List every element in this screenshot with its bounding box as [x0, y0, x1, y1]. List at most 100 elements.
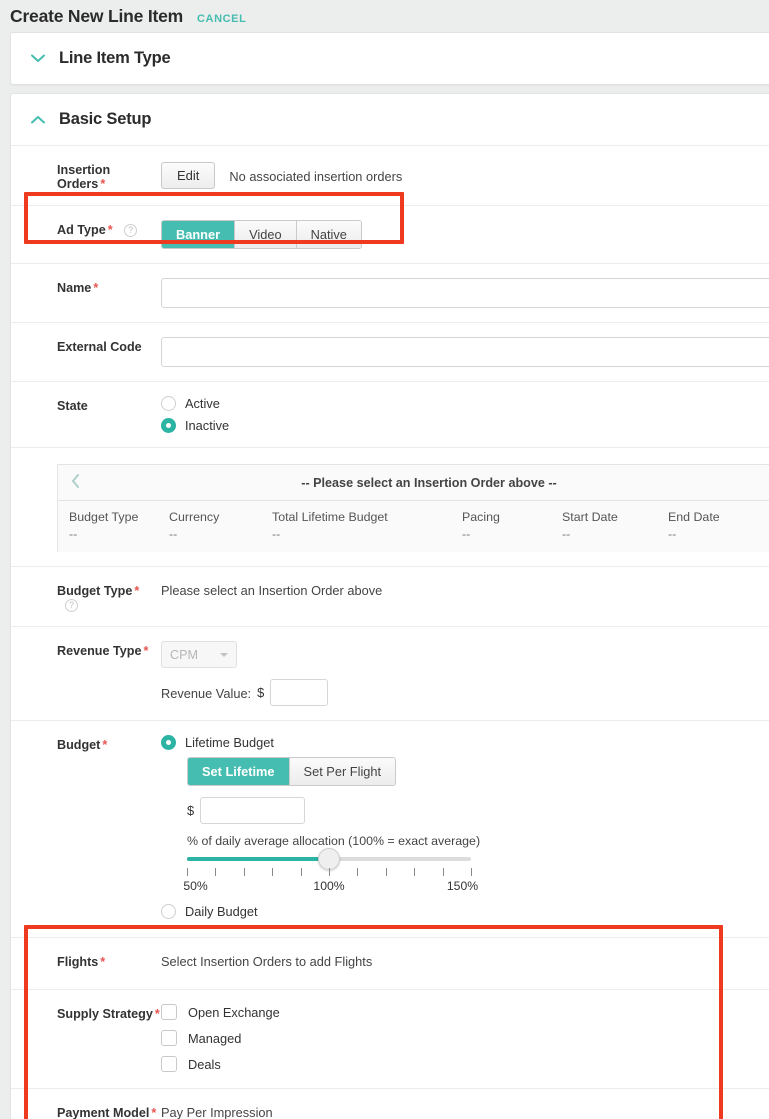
ad-type-label-text: Ad Type	[57, 223, 106, 237]
supply-strategy-label: Supply Strategy*	[11, 1004, 161, 1072]
external-code-input[interactable]	[161, 337, 769, 367]
io-col-end-date: End Date --	[657, 510, 757, 541]
supply-option-deals[interactable]: Deals	[161, 1056, 769, 1072]
column-header: Pacing	[462, 510, 551, 524]
pacing-slider-fill	[187, 857, 329, 861]
column-value: --	[668, 527, 757, 541]
budget-mode-set-per-flight[interactable]: Set Per Flight	[289, 758, 396, 785]
supply-option-managed[interactable]: Managed	[161, 1030, 769, 1046]
payment-model-label-text: Payment Model	[57, 1106, 149, 1119]
required-marker: *	[100, 955, 105, 969]
budget-mode-segmented-control: Set Lifetime Set Per Flight	[187, 757, 396, 786]
pacing-slider-labels: 50% 100% 150%	[187, 879, 471, 895]
ad-type-option-banner[interactable]: Banner	[162, 221, 234, 248]
io-col-currency: Currency --	[158, 510, 261, 541]
revenue-type-selected-value: CPM	[170, 648, 198, 662]
budget-field: Lifetime Budget Set Lifetime Set Per Fli…	[161, 735, 769, 919]
ad-type-option-video[interactable]: Video	[234, 221, 296, 248]
supply-strategy-label-text: Supply Strategy	[57, 1007, 153, 1021]
ad-type-segmented-control: Banner Video Native	[161, 220, 362, 249]
pacing-slider-block: % of daily average allocation (100% = ex…	[187, 834, 487, 895]
page-title: Create New Line Item	[10, 6, 183, 27]
pacing-slider-track[interactable]	[187, 857, 471, 861]
required-marker: *	[93, 281, 98, 295]
revenue-value-input[interactable]	[270, 679, 328, 706]
column-header: Budget Type	[69, 510, 158, 524]
state-option-inactive[interactable]: Inactive	[161, 418, 769, 433]
radio-lifetime-budget[interactable]	[161, 735, 176, 750]
column-value: --	[272, 527, 451, 541]
pacing-slider-thumb[interactable]	[318, 848, 340, 870]
row-insertion-orders: Insertion Orders* Edit No associated ins…	[11, 145, 769, 205]
budget-option-lifetime[interactable]: Lifetime Budget	[161, 735, 769, 750]
required-marker: *	[151, 1106, 156, 1119]
slider-max-label: 150%	[447, 879, 478, 893]
io-table-body: Budget Type -- Currency -- Total Lifetim…	[58, 501, 769, 552]
budget-amount-input[interactable]	[200, 797, 305, 824]
row-flights: Flights* Select Insertion Orders to add …	[11, 937, 769, 989]
payment-model-field: Pay Per Impression	[161, 1103, 769, 1119]
slider-mid-label: 100%	[313, 879, 344, 893]
supply-option-open-exchange[interactable]: Open Exchange	[161, 1004, 769, 1020]
insertion-orders-label: Insertion Orders*	[11, 160, 161, 191]
flights-value: Select Insertion Orders to add Flights	[161, 952, 769, 969]
supply-deals-label: Deals	[188, 1057, 221, 1072]
basic-setup-header[interactable]: Basic Setup	[11, 94, 769, 145]
budget-label-text: Budget	[57, 738, 100, 752]
name-label-text: Name	[57, 281, 91, 295]
budget-type-value: Please select an Insertion Order above	[161, 581, 769, 598]
io-table-message: -- Please select an Insertion Order abov…	[58, 476, 769, 490]
required-marker: *	[102, 738, 107, 752]
column-value: --	[69, 527, 158, 541]
required-marker: *	[134, 584, 139, 598]
external-code-label: External Code	[11, 337, 161, 367]
row-supply-strategy: Supply Strategy* Open Exchange Managed D…	[11, 989, 769, 1088]
state-active-label: Active	[185, 396, 220, 411]
revenue-value-label: Revenue Value:	[161, 684, 251, 701]
slider-min-label: 50%	[183, 879, 207, 893]
chevron-left-icon[interactable]	[58, 474, 92, 492]
revenue-type-label-text: Revenue Type	[57, 644, 141, 658]
help-icon[interactable]: ?	[124, 224, 137, 237]
io-col-pacing: Pacing --	[451, 510, 551, 541]
insertion-orders-status: No associated insertion orders	[229, 167, 402, 184]
budget-option-daily[interactable]: Daily Budget	[161, 904, 769, 919]
radio-active[interactable]	[161, 396, 176, 411]
page-header: Create New Line Item CANCEL	[0, 0, 769, 32]
revenue-type-select[interactable]: CPM	[161, 641, 237, 668]
checkbox-deals[interactable]	[161, 1056, 177, 1072]
name-input[interactable]	[161, 278, 769, 308]
row-ad-type: Ad Type* ? Banner Video Native	[11, 205, 769, 263]
budget-daily-label: Daily Budget	[185, 904, 258, 919]
radio-inactive[interactable]	[161, 418, 176, 433]
revenue-type-label: Revenue Type*	[11, 641, 161, 706]
budget-type-label: Budget Type* ?	[11, 581, 161, 612]
state-option-active[interactable]: Active	[161, 396, 769, 411]
column-value: --	[562, 527, 657, 541]
ad-type-option-native[interactable]: Native	[296, 221, 361, 248]
radio-daily-budget[interactable]	[161, 904, 176, 919]
column-value: --	[169, 527, 261, 541]
state-inactive-label: Inactive	[185, 418, 229, 433]
insertion-order-table: -- Please select an Insertion Order abov…	[57, 464, 769, 552]
checkbox-managed[interactable]	[161, 1030, 177, 1046]
row-external-code: External Code	[11, 322, 769, 381]
budget-mode-set-lifetime[interactable]: Set Lifetime	[188, 758, 289, 785]
budget-currency-symbol: $	[187, 803, 194, 818]
line-item-type-header[interactable]: Line Item Type	[11, 33, 769, 84]
checkbox-open-exchange[interactable]	[161, 1004, 177, 1020]
cancel-link[interactable]: CANCEL	[197, 13, 246, 25]
payment-model-label: Payment Model*	[11, 1103, 161, 1119]
io-col-start-date: Start Date --	[551, 510, 657, 541]
state-label: State	[11, 396, 161, 433]
io-col-total-lifetime-budget: Total Lifetime Budget --	[261, 510, 451, 541]
required-marker: *	[100, 177, 105, 191]
supply-managed-label: Managed	[188, 1031, 241, 1046]
chevron-down-icon[interactable]	[25, 54, 51, 63]
row-state: State Active Inactive	[11, 381, 769, 447]
state-field: Active Inactive	[161, 396, 769, 433]
ad-type-field: Banner Video Native	[161, 220, 769, 249]
chevron-up-icon[interactable]	[25, 115, 51, 124]
edit-insertion-orders-button[interactable]: Edit	[161, 162, 215, 189]
help-icon[interactable]: ?	[65, 599, 78, 612]
